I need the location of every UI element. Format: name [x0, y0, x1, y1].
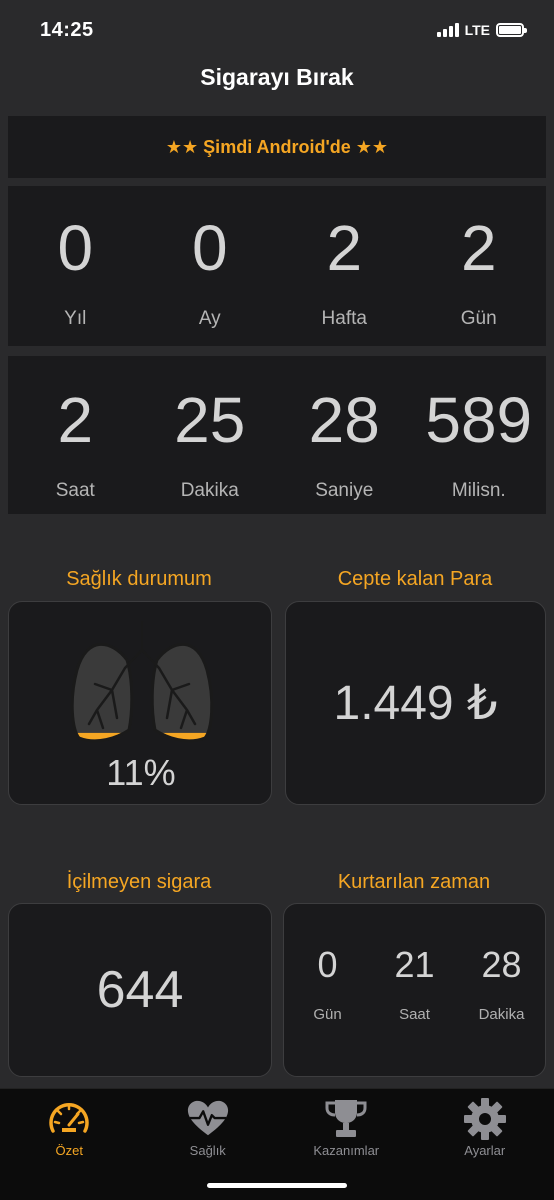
- battery-icon: [496, 23, 527, 37]
- counter-label: Milisn.: [451, 480, 506, 501]
- counter-label: Hafta: [321, 308, 367, 329]
- page-title: Sigarayı Bırak: [200, 64, 354, 90]
- home-indicator[interactable]: [207, 1183, 347, 1188]
- health-section-title: Sağlık durumum: [66, 568, 212, 590]
- saved-value: 0: [317, 944, 338, 985]
- money-value: 1.449 ₺: [333, 677, 498, 730]
- counter-value: 2: [460, 212, 497, 284]
- counter-value: 25: [174, 384, 246, 456]
- saved-value: 28: [481, 944, 522, 985]
- cigarettes-card[interactable]: 644: [8, 903, 272, 1077]
- promo-banner[interactable]: ★★ Şimdi Android'de ★★: [8, 116, 546, 178]
- tab-label: Kazanımlar: [313, 1143, 380, 1158]
- counter-label: Dakika: [180, 480, 239, 501]
- trophy-icon: [324, 1097, 368, 1141]
- health-percent: 11%: [106, 752, 176, 793]
- status-time: 14:25: [40, 18, 94, 41]
- counter-value: 28: [308, 384, 380, 456]
- tab-summary[interactable]: Özet: [0, 1089, 139, 1200]
- counter-value: 0: [191, 212, 228, 284]
- health-card[interactable]: 11%: [8, 601, 272, 805]
- counter-months: 0 Ay: [143, 186, 278, 346]
- tab-settings[interactable]: Ayarlar: [416, 1089, 554, 1200]
- saved-hours: 21 Saat: [371, 904, 458, 1076]
- speedometer-icon: [47, 1097, 91, 1141]
- lungs-icon: [70, 620, 214, 743]
- time-saved-card[interactable]: 0 Gün 21 Saat 28 Dakika: [283, 903, 546, 1077]
- tab-label: Ayarlar: [464, 1143, 506, 1158]
- counter-label: Gün: [460, 308, 497, 329]
- duration-counter-row-2: 2 Saat 25 Dakika 28 Saniye 589 Milisn.: [8, 356, 546, 514]
- counter-label: Saniye: [315, 480, 374, 501]
- counter-value: 0: [57, 212, 94, 284]
- counter-value: 2: [326, 212, 363, 284]
- tab-label: Özet: [55, 1143, 83, 1158]
- saved-value: 21: [394, 944, 435, 985]
- cigarettes-value: 644: [96, 961, 184, 1019]
- status-bar: 14:25 LTE: [0, 0, 554, 60]
- counter-minutes: 25 Dakika: [143, 356, 278, 514]
- counter-value: 2: [57, 384, 94, 456]
- counter-weeks: 2 Hafta: [277, 186, 412, 346]
- time-saved-section-title: Kurtarılan zaman: [337, 871, 491, 893]
- counter-years: 0 Yıl: [8, 186, 143, 346]
- status-indicators: LTE: [436, 22, 527, 38]
- counter-hours: 2 Saat: [8, 356, 143, 514]
- saved-minutes: 28 Dakika: [458, 904, 545, 1076]
- saved-label: Saat: [399, 1006, 430, 1023]
- counter-label: Yıl: [64, 308, 87, 329]
- money-card[interactable]: 1.449 ₺: [285, 601, 546, 805]
- heart-pulse-icon: [186, 1097, 230, 1141]
- tab-label: Sağlık: [189, 1143, 226, 1158]
- counter-label: Ay: [198, 308, 221, 329]
- duration-counter-row-1: 0 Yıl 0 Ay 2 Hafta 2 Gün: [8, 186, 546, 346]
- counter-value: 589: [425, 384, 533, 456]
- cigarettes-section-title: İçilmeyen sigara: [66, 871, 212, 893]
- counter-label: Saat: [55, 480, 95, 501]
- signal-icon: [436, 23, 459, 37]
- gear-icon: [463, 1097, 507, 1141]
- saved-label: Gün: [313, 1006, 342, 1023]
- money-section-title: Cepte kalan Para: [337, 568, 493, 590]
- saved-label: Dakika: [478, 1006, 525, 1023]
- counter-milliseconds: 589 Milisn.: [412, 356, 547, 514]
- saved-days: 0 Gün: [284, 904, 371, 1076]
- counter-days: 2 Gün: [412, 186, 547, 346]
- network-type: LTE: [464, 22, 490, 38]
- counter-seconds: 28 Saniye: [277, 356, 412, 514]
